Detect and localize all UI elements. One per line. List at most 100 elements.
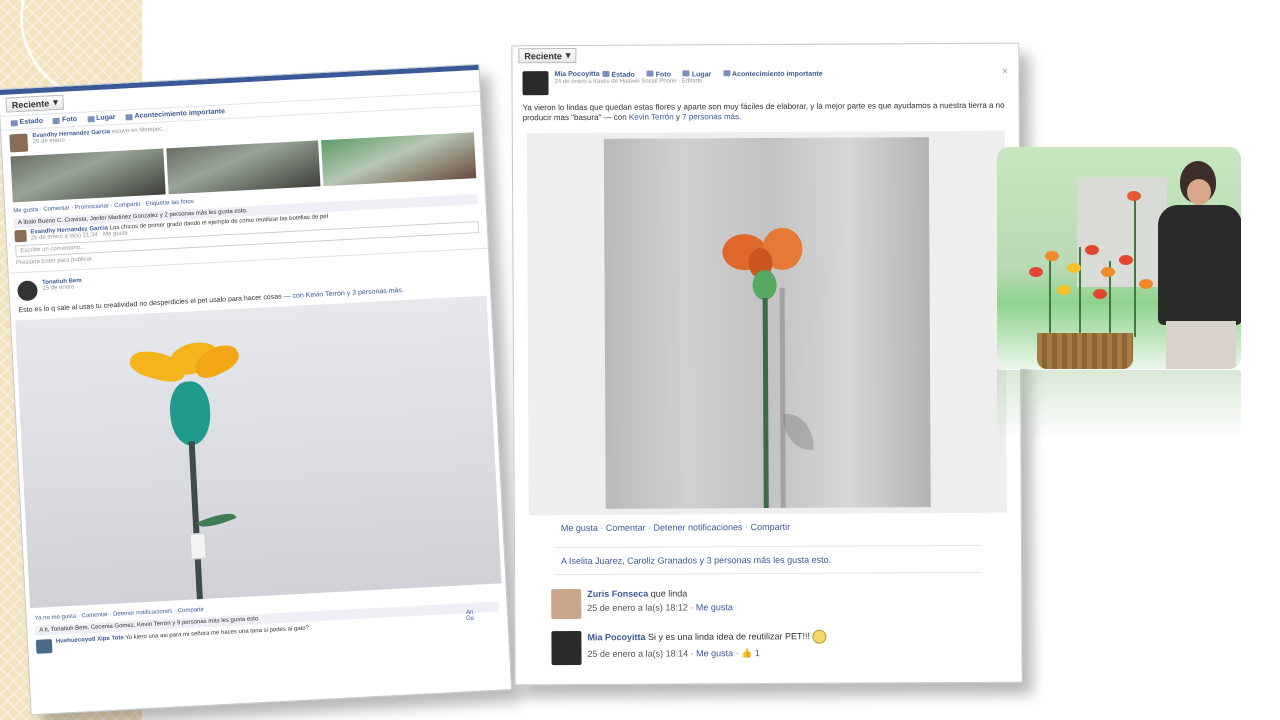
flower-bulb	[752, 269, 777, 301]
flower-stem	[762, 297, 769, 509]
post-time[interactable]: 25 de enero	[42, 284, 74, 292]
flower-bouquet	[1009, 191, 1159, 337]
composer-status-button[interactable]: Estado	[602, 70, 635, 79]
post-action: estuvo en Metepec...	[111, 126, 168, 136]
composer-photo-button[interactable]: Foto	[52, 115, 78, 124]
person-jacket	[1158, 205, 1241, 325]
composer-label: Lugar	[691, 71, 712, 79]
composer-label: Estado	[19, 117, 44, 126]
album-photo[interactable]	[10, 148, 166, 203]
tagged-person[interactable]: Kevin Terrón	[629, 112, 674, 121]
feed-filter-label: Reciente	[524, 50, 562, 61]
composer-label: Acontecimiento importante	[731, 70, 823, 79]
comment-like-link[interactable]: Me gusta	[696, 648, 733, 658]
chevron-down-icon: ▾	[565, 50, 571, 61]
life-event-icon	[125, 113, 133, 120]
avatar[interactable]	[551, 588, 582, 620]
post-with-prefix: — con	[603, 112, 627, 122]
comment-item: Mia Pocoyitta Si y es una linda idea de …	[515, 623, 1021, 672]
comment-author[interactable]: Zuris Fonseca	[587, 589, 648, 599]
album-photo[interactable]	[321, 132, 477, 187]
post-header: Mia Pocoyitta 24 de enero a través de Hu…	[512, 63, 1018, 98]
close-icon[interactable]: ✕	[1002, 67, 1009, 76]
avatar[interactable]	[522, 71, 549, 96]
feed-filter-dropdown[interactable]: Reciente ▾	[518, 47, 577, 64]
photo-icon	[52, 117, 61, 124]
comment-author[interactable]: Huehuecoyotl Xipe Tote	[56, 635, 124, 645]
comment-time[interactable]: 25 de enero a la(s) 18:14	[587, 648, 688, 659]
composer-life-event-button[interactable]: Acontecimiento importante	[125, 108, 225, 120]
composer-label: Foto	[655, 71, 671, 79]
person-holding-phone	[1152, 161, 1241, 369]
feed-post: Evandhy Hernandez Garcia estuvo en Metep…	[1, 106, 488, 271]
composer-label: Lugar	[95, 113, 116, 122]
sidebar-fragment-text: Ge	[466, 616, 475, 622]
composer-place-button[interactable]: Lugar	[682, 70, 712, 79]
status-icon	[602, 70, 610, 77]
feed-filter-dropdown[interactable]: Reciente ▾	[5, 94, 65, 113]
comment-text: que linda	[650, 588, 688, 599]
post-text-block: Ya vieron lo lindas que quedan estas flo…	[513, 95, 1019, 130]
avatar[interactable]	[9, 133, 29, 153]
feed-post: Tonatiuh Bem 25 de enero Esto es lo q sa…	[8, 247, 509, 659]
composer-label: Foto	[61, 115, 78, 124]
left-facebook-screenshot: Reciente ▾ Estado Foto Lugar Acontecimie…	[0, 63, 513, 716]
comment-like-link[interactable]: Me gusta	[696, 602, 733, 612]
photo-container	[526, 130, 1007, 516]
status-icon	[10, 119, 18, 126]
avatar[interactable]	[35, 638, 53, 654]
flower-leaf	[197, 508, 237, 532]
thumbs-up-icon: 👍	[741, 648, 753, 659]
separator: ·	[600, 522, 604, 533]
post-text: Ya vieron lo lindas que quedan estas flo…	[522, 100, 1005, 123]
wicker-basket	[1037, 333, 1133, 369]
red-flower-photo[interactable]	[603, 137, 931, 509]
like-link[interactable]: Me gusta	[561, 523, 598, 533]
yellow-flower-photo[interactable]	[15, 295, 502, 609]
right-facebook-screenshot: Reciente ▾ Mia Pocoyitta 24 de enero a t…	[511, 42, 1023, 686]
avatar[interactable]	[14, 229, 27, 243]
composer-photo-button[interactable]: Foto	[646, 70, 671, 79]
composer-place-button[interactable]: Lugar	[86, 113, 116, 122]
chevron-down-icon: ▾	[52, 96, 59, 108]
sidebar-fragment: An Ge	[466, 610, 488, 690]
separator: ·	[745, 522, 749, 533]
composer-life-event-button[interactable]: Acontecimiento importante	[723, 70, 823, 79]
comment-like-count[interactable]: 1	[755, 648, 760, 658]
flower-basket-photo	[997, 147, 1241, 369]
album-photo[interactable]	[165, 140, 321, 195]
avatar[interactable]	[17, 280, 39, 302]
smiley-icon	[812, 629, 827, 644]
separator: ·	[647, 522, 651, 533]
composer-label: Estado	[611, 71, 635, 79]
tagged-others[interactable]: 7 personas más.	[682, 112, 741, 121]
post-tagged-people[interactable]: — con Kevin Terrón y 3 personas más.	[283, 287, 404, 300]
place-pin-icon	[86, 115, 95, 122]
person-face	[1187, 179, 1211, 205]
person-skirt	[1166, 321, 1236, 369]
flower-petals	[127, 337, 243, 387]
flower-shadow	[779, 287, 786, 508]
flower-bulb	[168, 380, 212, 447]
life-event-icon	[723, 70, 731, 77]
comment-author[interactable]: Mia Pocoyitta	[587, 632, 645, 642]
feed-filter-label: Reciente	[11, 97, 50, 110]
post-composer: Estado Foto Lugar Acontecimiento importa…	[602, 70, 823, 79]
comment-item: Zuris Fonseca que linda 25 de enero a la…	[515, 581, 1021, 626]
photo-icon	[646, 70, 654, 77]
comment-link[interactable]: Comentar	[606, 523, 646, 533]
avatar[interactable]	[551, 630, 582, 666]
composer-label: Acontecimiento importante	[134, 108, 226, 120]
post-actions: Me gusta · Comentar · Detener notificaci…	[515, 513, 1021, 542]
stop-notifications-link[interactable]: Detener notificaciones	[653, 522, 742, 532]
comment-time[interactable]: 25 de enero a la(s) 18:12	[587, 602, 688, 613]
stem-wrap	[189, 532, 207, 560]
share-link[interactable]: Compartir	[751, 522, 791, 532]
post-likes-summary[interactable]: A Iselita Juarez, Caroliz Granados y 3 p…	[554, 544, 982, 576]
post-author[interactable]: Mia Pocoyitta	[554, 71, 599, 78]
photo-reflection	[997, 370, 1241, 440]
post-with-and: y	[675, 112, 680, 122]
post-time[interactable]: 24 de enero a través de Huawei Social Ph…	[555, 78, 703, 85]
post-time[interactable]: 25 de enero	[33, 138, 65, 146]
composer-status-button[interactable]: Estado	[10, 117, 44, 127]
